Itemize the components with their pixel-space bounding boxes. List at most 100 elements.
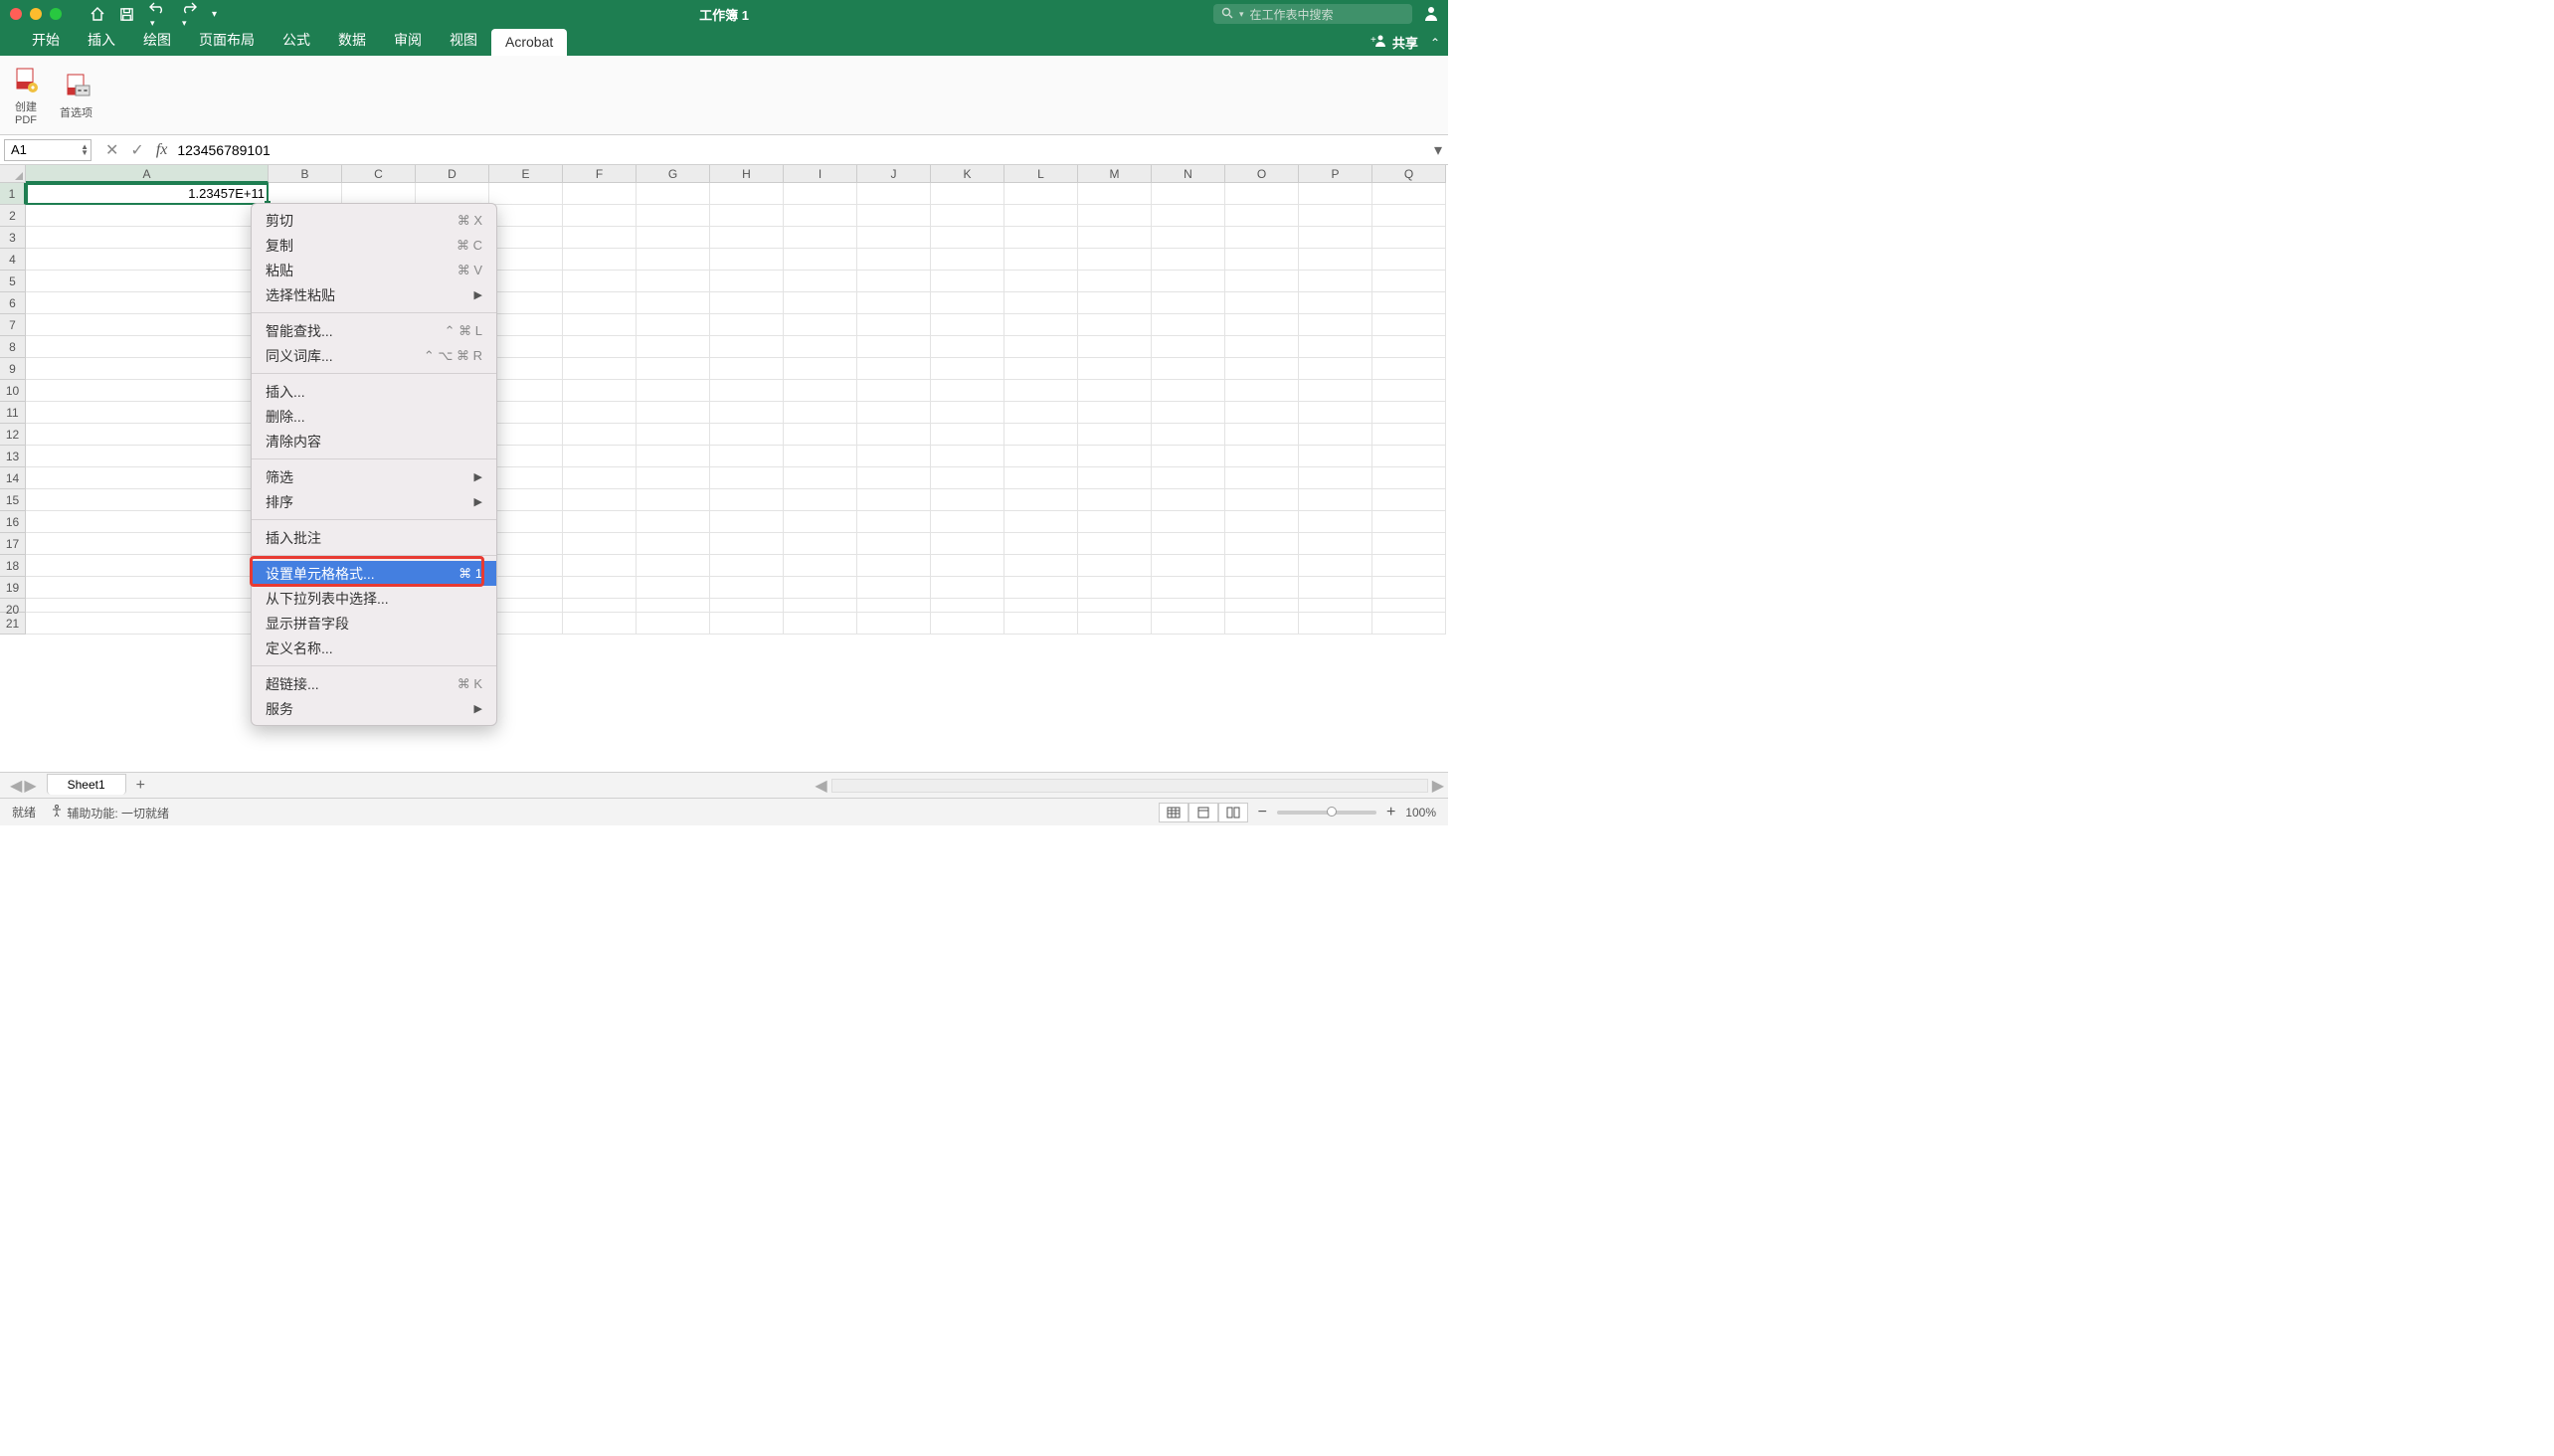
- cell[interactable]: [637, 467, 710, 489]
- cell[interactable]: [563, 227, 637, 249]
- cell[interactable]: [1299, 380, 1372, 402]
- cell[interactable]: [1299, 424, 1372, 446]
- cell[interactable]: [489, 183, 563, 205]
- cell[interactable]: [1299, 555, 1372, 577]
- cell[interactable]: [1372, 249, 1446, 271]
- cell[interactable]: [489, 489, 563, 511]
- cell[interactable]: [857, 205, 931, 227]
- cell[interactable]: [710, 402, 784, 424]
- cell[interactable]: [1078, 183, 1152, 205]
- cell[interactable]: [563, 599, 637, 613]
- enter-formula-icon[interactable]: ✓: [130, 140, 143, 160]
- tab-formulas[interactable]: 公式: [269, 25, 324, 56]
- cell[interactable]: [26, 205, 269, 227]
- cell[interactable]: [26, 577, 269, 599]
- cell[interactable]: [1004, 183, 1078, 205]
- formula-input[interactable]: 123456789101: [167, 142, 1428, 158]
- cell[interactable]: [26, 227, 269, 249]
- cell[interactable]: [637, 292, 710, 314]
- cell[interactable]: [1004, 205, 1078, 227]
- cell[interactable]: [1152, 599, 1225, 613]
- cell[interactable]: [1225, 424, 1299, 446]
- cell[interactable]: [857, 402, 931, 424]
- cell[interactable]: [26, 336, 269, 358]
- cell[interactable]: [784, 227, 857, 249]
- context-menu-item[interactable]: 同义词库...⌃ ⌥ ⌘ R: [252, 343, 496, 368]
- row-header[interactable]: 10: [0, 380, 26, 402]
- row-header[interactable]: 16: [0, 511, 26, 533]
- cell[interactable]: [931, 446, 1004, 467]
- cell[interactable]: [637, 599, 710, 613]
- cell[interactable]: [1152, 511, 1225, 533]
- cell[interactable]: [563, 613, 637, 635]
- cell[interactable]: [857, 577, 931, 599]
- cell[interactable]: [1004, 271, 1078, 292]
- cell[interactable]: [1004, 467, 1078, 489]
- cell[interactable]: [1372, 424, 1446, 446]
- context-menu-item[interactable]: 复制⌘ C: [252, 233, 496, 258]
- cell[interactable]: [637, 183, 710, 205]
- tab-draw[interactable]: 绘图: [129, 25, 185, 56]
- cell[interactable]: [1372, 599, 1446, 613]
- cell[interactable]: [1299, 577, 1372, 599]
- cell[interactable]: [489, 402, 563, 424]
- cell[interactable]: [563, 292, 637, 314]
- cell[interactable]: [1078, 424, 1152, 446]
- view-normal-button[interactable]: [1159, 803, 1188, 822]
- cell[interactable]: [1299, 271, 1372, 292]
- cell[interactable]: [1078, 205, 1152, 227]
- cell[interactable]: [1078, 613, 1152, 635]
- cell[interactable]: [1299, 446, 1372, 467]
- context-menu-item[interactable]: 定义名称...: [252, 636, 496, 660]
- cell[interactable]: [784, 292, 857, 314]
- cell[interactable]: [857, 380, 931, 402]
- qat-customize-icon[interactable]: ▾: [212, 9, 217, 20]
- cell[interactable]: [563, 183, 637, 205]
- preferences-button[interactable]: 首选项: [60, 71, 92, 120]
- cell[interactable]: [857, 613, 931, 635]
- cell[interactable]: [1078, 227, 1152, 249]
- cell[interactable]: [931, 249, 1004, 271]
- cell[interactable]: [1152, 533, 1225, 555]
- cell[interactable]: [489, 314, 563, 336]
- cell[interactable]: [1372, 183, 1446, 205]
- cell[interactable]: [710, 577, 784, 599]
- cancel-formula-icon[interactable]: ✕: [105, 140, 118, 160]
- horizontal-scrollbar[interactable]: [831, 779, 1428, 793]
- cell[interactable]: [931, 183, 1004, 205]
- cell[interactable]: [563, 489, 637, 511]
- formula-expand-icon[interactable]: ▾: [1428, 140, 1448, 160]
- cell[interactable]: [857, 424, 931, 446]
- cell[interactable]: [931, 489, 1004, 511]
- cell[interactable]: [1299, 599, 1372, 613]
- cell[interactable]: [1004, 402, 1078, 424]
- cell[interactable]: [710, 271, 784, 292]
- cell[interactable]: [1372, 336, 1446, 358]
- cell[interactable]: [1078, 402, 1152, 424]
- cell[interactable]: [637, 402, 710, 424]
- row-header[interactable]: 12: [0, 424, 26, 446]
- cell[interactable]: [563, 358, 637, 380]
- column-header[interactable]: O: [1225, 165, 1299, 183]
- zoom-out-button[interactable]: −: [1258, 804, 1267, 821]
- zoom-window-button[interactable]: [50, 8, 62, 20]
- column-header[interactable]: H: [710, 165, 784, 183]
- cell[interactable]: [931, 467, 1004, 489]
- cell[interactable]: [1372, 402, 1446, 424]
- cell[interactable]: [1372, 380, 1446, 402]
- cell[interactable]: [342, 183, 416, 205]
- cell[interactable]: [710, 183, 784, 205]
- cell[interactable]: [1004, 227, 1078, 249]
- search-box[interactable]: ▾ 在工作表中搜索: [1213, 4, 1412, 24]
- cell[interactable]: [931, 271, 1004, 292]
- cell[interactable]: [1372, 358, 1446, 380]
- cell[interactable]: [26, 402, 269, 424]
- cell[interactable]: [1372, 533, 1446, 555]
- cell[interactable]: [637, 380, 710, 402]
- cell[interactable]: [489, 292, 563, 314]
- cell[interactable]: [1372, 314, 1446, 336]
- cell[interactable]: [1152, 292, 1225, 314]
- cell[interactable]: [857, 249, 931, 271]
- cell[interactable]: [784, 599, 857, 613]
- cell[interactable]: [489, 358, 563, 380]
